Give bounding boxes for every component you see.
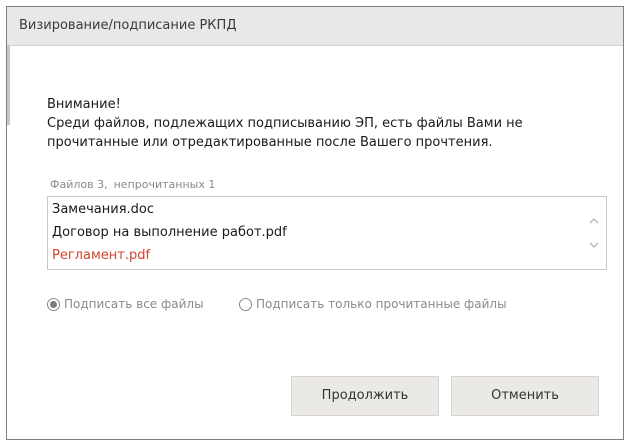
left-edge-divider [7,45,10,125]
warning-line-2: прочитанные или отредактированные после … [47,135,493,150]
unread-count-label: непрочитанных 1 [113,178,216,191]
chevron-down-icon[interactable] [588,239,600,251]
radio-selected-icon[interactable] [47,298,60,311]
radio-unselected-icon[interactable] [239,298,252,311]
cancel-button[interactable]: Отменить [451,376,599,416]
files-count-label: Файлов 3, [50,178,108,191]
radio-sign-all-label[interactable]: Подписать все файлы [64,297,204,311]
radio-sign-read-only-label[interactable]: Подписать только прочитанные файлы [256,297,507,311]
dialog-titlebar: Визирование/подписание РКПД [7,7,623,46]
dialog-title: Визирование/подписание РКПД [19,18,237,33]
warning-heading: Внимание! [47,97,121,112]
file-counts: Файлов 3, непрочитанных 1 [50,178,215,191]
warning-line-1: Среди файлов, подлежащих подписыванию ЭП… [47,116,523,131]
continue-button[interactable]: Продолжить [291,376,439,416]
chevron-up-icon[interactable] [588,215,600,227]
file-item[interactable]: Замечания.doc [52,202,154,217]
file-item-unread[interactable]: Регламент.pdf [52,248,150,263]
sign-dialog: Визирование/подписание РКПД Внимание! Ср… [6,6,624,440]
file-item[interactable]: Договор на выполнение работ.pdf [52,225,287,240]
file-list[interactable]: Замечания.doc Договор на выполнение рабо… [47,196,607,270]
warning-message: Внимание! Среди файлов, подлежащих подпи… [47,95,587,152]
